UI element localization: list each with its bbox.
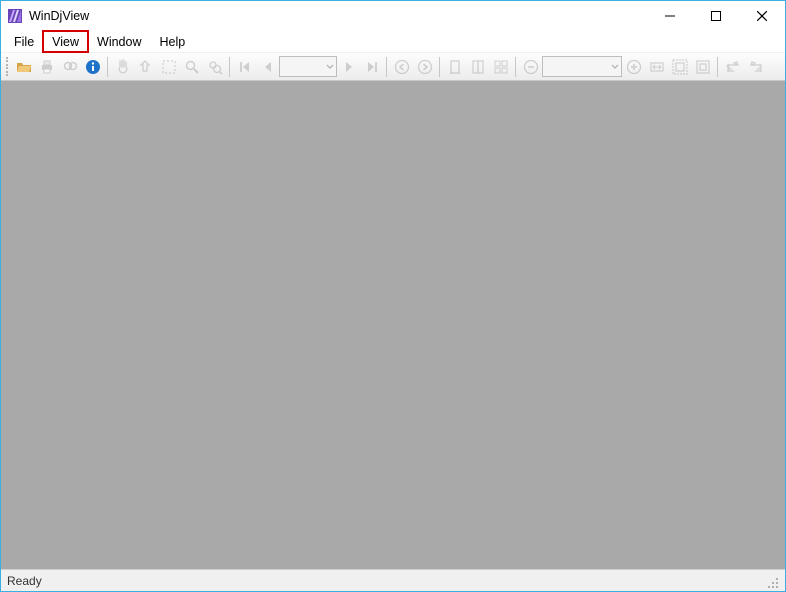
status-text: Ready	[7, 574, 42, 588]
last-page-icon	[364, 59, 380, 75]
menubar: FileViewWindowHelp	[1, 31, 785, 53]
app-icon	[7, 8, 23, 24]
actual-size-button	[691, 55, 714, 78]
first-page-icon	[237, 59, 253, 75]
menu-view[interactable]: View	[43, 31, 88, 52]
resize-grip-icon[interactable]	[765, 575, 779, 589]
loupe-icon	[207, 59, 223, 75]
menu-file[interactable]: File	[5, 31, 43, 52]
continuous-button	[466, 55, 489, 78]
select-rect-icon	[138, 59, 154, 75]
open-button[interactable]	[12, 55, 35, 78]
last-page-button	[360, 55, 383, 78]
magnify-button	[180, 55, 203, 78]
chevron-down-icon	[326, 63, 334, 71]
loupe-button	[203, 55, 226, 78]
maximize-button[interactable]	[693, 1, 739, 31]
nav-forward-button	[413, 55, 436, 78]
magnify-icon	[184, 59, 200, 75]
window-controls	[647, 1, 785, 31]
info-button[interactable]	[81, 55, 104, 78]
open-icon	[16, 59, 32, 75]
fit-width-button	[645, 55, 668, 78]
window-title: WinDjView	[29, 9, 89, 23]
rotate-right-button	[744, 55, 767, 78]
find-button	[58, 55, 81, 78]
app-window: WinDjView FileViewWindowHelp Ready	[0, 0, 786, 592]
marquee-button	[157, 55, 180, 78]
single-page-icon	[447, 59, 463, 75]
rotate-right-icon	[748, 59, 764, 75]
toolbar-separator	[386, 57, 387, 77]
actual-size-icon	[695, 59, 711, 75]
zoom-combo	[542, 56, 622, 77]
toolbar-separator	[107, 57, 108, 77]
rotate-left-button	[721, 55, 744, 78]
prev-page-icon	[260, 59, 276, 75]
close-button[interactable]	[739, 1, 785, 31]
print-button	[35, 55, 58, 78]
nav-forward-icon	[417, 59, 433, 75]
toolbar-separator	[439, 57, 440, 77]
fit-page-button	[668, 55, 691, 78]
pan-button	[111, 55, 134, 78]
facing-icon	[493, 59, 509, 75]
toolbar-separator	[515, 57, 516, 77]
print-icon	[39, 59, 55, 75]
fit-page-icon	[672, 59, 688, 75]
toolbar-separator	[717, 57, 718, 77]
info-icon	[85, 59, 101, 75]
prev-page-button	[256, 55, 279, 78]
find-icon	[62, 59, 78, 75]
select-rect-button	[134, 55, 157, 78]
toolbar-grip[interactable]	[5, 57, 10, 77]
zoom-in-icon	[626, 59, 642, 75]
nav-back-icon	[394, 59, 410, 75]
marquee-icon	[161, 59, 177, 75]
nav-back-button	[390, 55, 413, 78]
fit-width-icon	[649, 59, 665, 75]
continuous-icon	[470, 59, 486, 75]
rotate-left-icon	[725, 59, 741, 75]
document-canvas	[1, 81, 785, 569]
menu-window[interactable]: Window	[88, 31, 150, 52]
chevron-down-icon	[611, 63, 619, 71]
facing-button	[489, 55, 512, 78]
toolbar	[1, 53, 785, 81]
zoom-in-button	[622, 55, 645, 78]
minimize-button[interactable]	[647, 1, 693, 31]
toolbar-separator	[229, 57, 230, 77]
pan-icon	[115, 59, 131, 75]
statusbar: Ready	[1, 569, 785, 591]
first-page-button	[233, 55, 256, 78]
zoom-out-icon	[523, 59, 539, 75]
next-page-button	[337, 55, 360, 78]
zoom-out-button	[519, 55, 542, 78]
single-page-button	[443, 55, 466, 78]
page-combo	[279, 56, 337, 77]
next-page-icon	[341, 59, 357, 75]
menu-help[interactable]: Help	[151, 31, 195, 52]
titlebar: WinDjView	[1, 1, 785, 31]
